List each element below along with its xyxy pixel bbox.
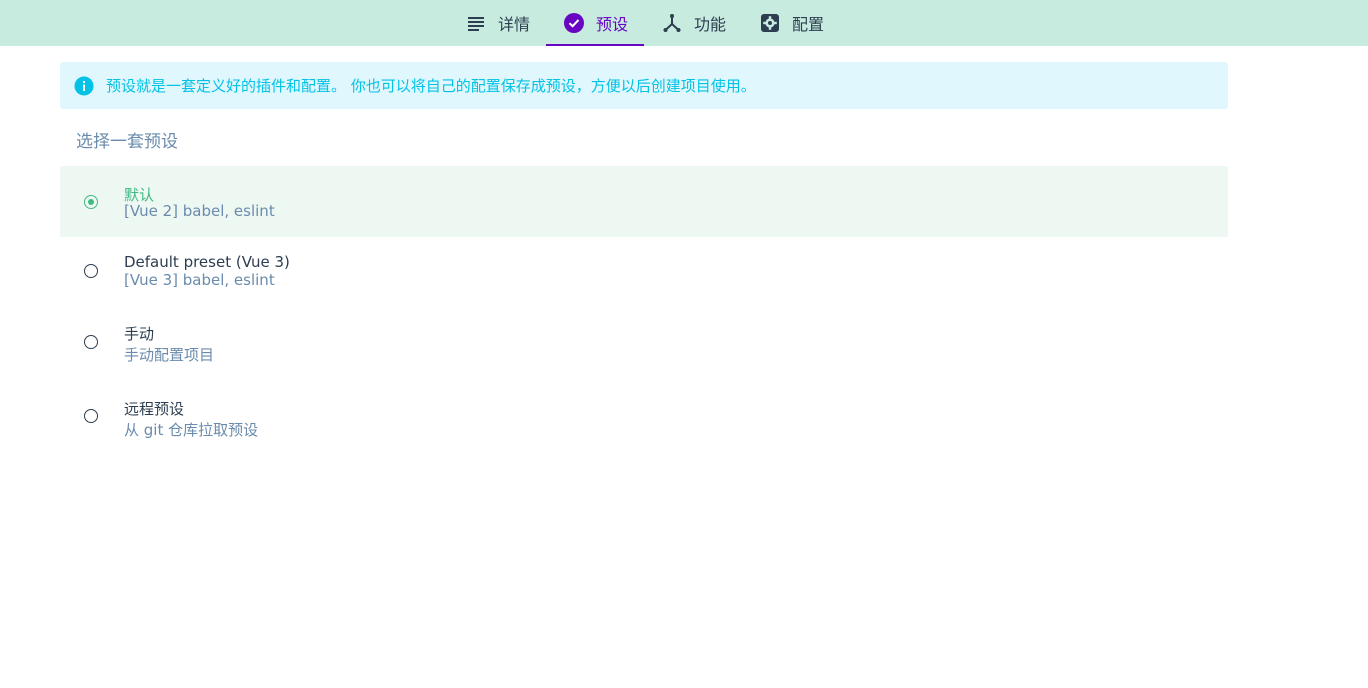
tab-config-label: 配置 <box>792 15 825 34</box>
top-navigation-bar: 详情 预设 功能 配置 <box>0 0 1368 46</box>
radio-button[interactable] <box>84 335 98 349</box>
tab-bar: 详情 预设 功能 配置 <box>0 0 1368 46</box>
preset-option-manual[interactable]: 手动 手动配置项目 <box>60 307 1228 377</box>
preset-option-default[interactable]: 默认 [Vue 2] babel, eslint <box>60 166 1228 237</box>
preset-option-remote[interactable]: 远程预设 从 git 仓库拉取预设 <box>60 377 1228 449</box>
preset-name: 手动 <box>124 325 155 343</box>
info-text: 预设就是一套定义好的插件和配置。 你也可以将自己的配置保存成预设，方便以后创建项… <box>106 77 756 95</box>
preset-name: Default preset (Vue 3) <box>124 253 290 271</box>
preset-description: 从 git 仓库拉取预设 <box>124 421 259 439</box>
section-title: 选择一套预设 <box>76 132 178 152</box>
radio-button[interactable] <box>84 264 98 278</box>
info-icon <box>74 76 94 96</box>
preset-name: 远程预设 <box>124 400 185 418</box>
list-icon <box>466 13 486 33</box>
preset-description: 手动配置项目 <box>124 346 215 364</box>
tab-presets[interactable]: 预设 <box>546 0 644 46</box>
tab-details-label: 详情 <box>498 15 531 34</box>
gear-icon <box>760 13 780 33</box>
radio-button[interactable] <box>84 409 98 423</box>
tab-features-label: 功能 <box>694 15 727 34</box>
info-banner: 预设就是一套定义好的插件和配置。 你也可以将自己的配置保存成预设，方便以后创建项… <box>60 62 1228 109</box>
check-circle-icon <box>564 13 584 33</box>
preset-option-vue3[interactable]: Default preset (Vue 3) [Vue 3] babel, es… <box>60 237 1228 307</box>
radio-button[interactable] <box>84 195 98 209</box>
tab-features[interactable]: 功能 <box>662 0 742 46</box>
tab-presets-label: 预设 <box>596 15 629 34</box>
preset-description: [Vue 2] babel, eslint <box>124 202 275 220</box>
tab-config[interactable]: 配置 <box>760 0 840 46</box>
tab-details[interactable]: 详情 <box>466 0 546 46</box>
branch-icon <box>662 13 682 33</box>
preset-description: [Vue 3] babel, eslint <box>124 271 275 289</box>
